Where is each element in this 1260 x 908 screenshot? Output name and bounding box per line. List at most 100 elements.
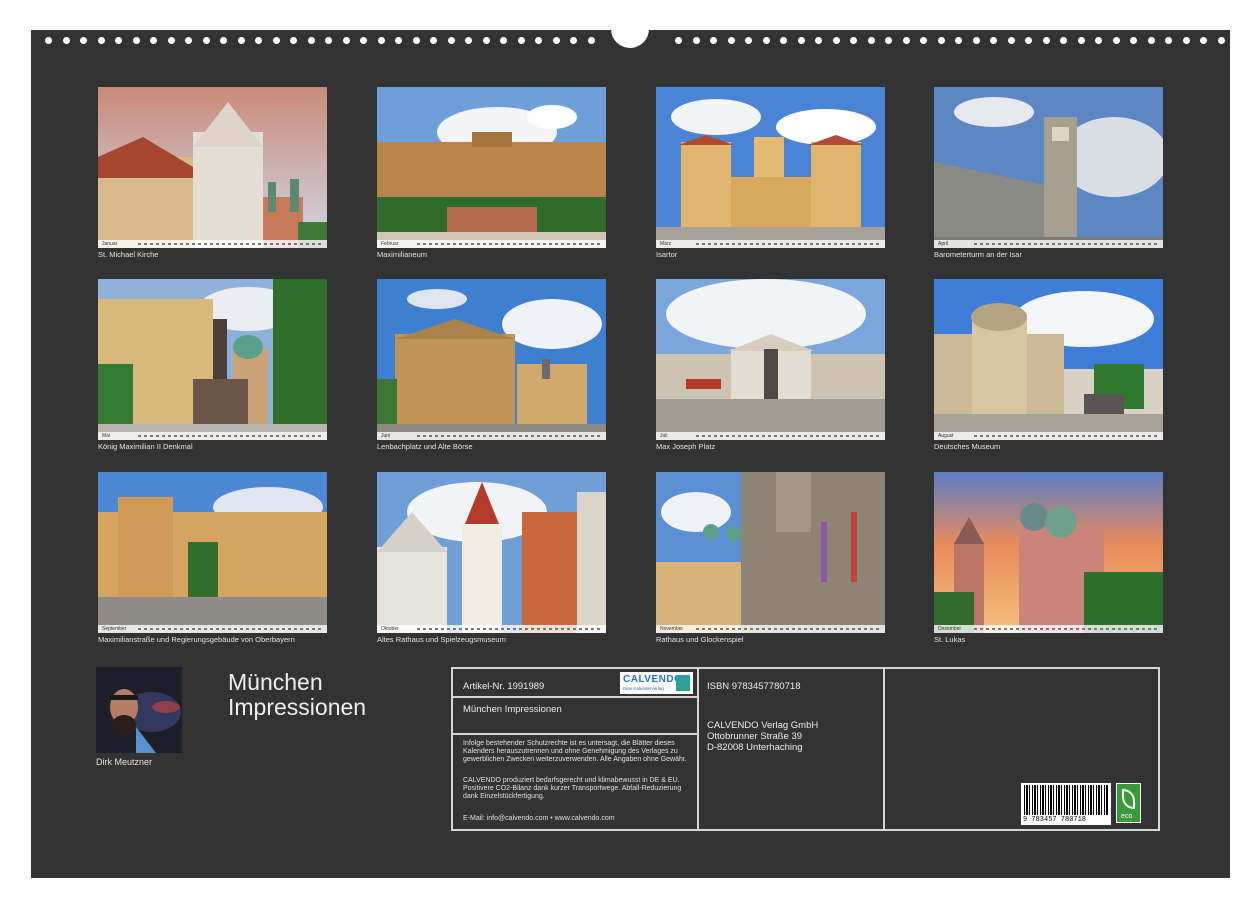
photo-tile: November (656, 472, 885, 633)
isartor-photo (656, 87, 885, 248)
tile-caption: Rathaus und Glockenspiel (656, 635, 744, 644)
binding-hole (1025, 37, 1032, 44)
binding-hole (115, 37, 122, 44)
binding-hole (1183, 37, 1190, 44)
tile-caption: Maximilianeum (377, 250, 427, 259)
photo-tile: Dezember (934, 472, 1163, 633)
eco-badge: eco (1116, 783, 1141, 823)
binding-hole (1043, 37, 1050, 44)
binding-hole (63, 37, 70, 44)
maximilianeum-photo (377, 87, 606, 248)
tile-caption: Barometerturm an der Isar (934, 250, 1022, 259)
deutsches-museum-photo (934, 279, 1163, 440)
binding-hole (570, 37, 577, 44)
photo-tile: März (656, 87, 885, 248)
photo-tile: April (934, 87, 1163, 248)
alte-boerse-photo (377, 279, 606, 440)
binding-hole (518, 37, 525, 44)
binding-hole (325, 37, 332, 44)
binding-hole (833, 37, 840, 44)
maximilian-denkmal-photo (98, 279, 327, 440)
binding-hole (1165, 37, 1172, 44)
binding-hole (483, 37, 490, 44)
barcode: 9 783457 780718 (1021, 783, 1111, 825)
binding-hole (745, 37, 752, 44)
binding-hole (1078, 37, 1085, 44)
photo-tile: Oktober (377, 472, 606, 633)
binding-hole (693, 37, 700, 44)
product-title: München Impressionen (463, 704, 562, 715)
tile-caption: Maximilianstraße und Regierungsgebäude v… (98, 635, 295, 644)
binding-hole (238, 37, 245, 44)
binding-hole (990, 37, 997, 44)
contact-line: E-Mail: info@calvendo.com • www.calvendo… (463, 815, 693, 823)
photo-tile: September (98, 472, 327, 633)
avatar (96, 667, 182, 753)
binding-hole (903, 37, 910, 44)
tile-caption: Deutsches Museum (934, 442, 1000, 451)
binding-hole (1148, 37, 1155, 44)
binding-hole (920, 37, 927, 44)
binding-hole (343, 37, 350, 44)
binding-hole (168, 37, 175, 44)
st-lukas-photo (934, 472, 1163, 633)
binding-hole (815, 37, 822, 44)
photo-tile: Februar (377, 87, 606, 248)
tile-caption: St. Michael Kirche (98, 250, 158, 259)
publisher-info-box: Artikel-Nr. 1991989 CALVENDO Dein Kalend… (451, 667, 1160, 831)
photo-tile: Juli (656, 279, 885, 440)
photo-tile: August (934, 279, 1163, 440)
binding-hole (780, 37, 787, 44)
tile-caption: König Maximilian II Denkmal (98, 442, 193, 451)
binding-hole (973, 37, 980, 44)
publisher-city: D-82008 Unterhaching (707, 742, 803, 753)
binding-hole (395, 37, 402, 44)
binding-hole (955, 37, 962, 44)
photo-tile: Mai (98, 279, 327, 440)
leaf-icon (1122, 789, 1135, 809)
binding-hole (430, 37, 437, 44)
climate-notice: CALVENDO produziert bedarfsgerecht und k… (463, 777, 693, 801)
publisher-name: CALVENDO Verlag GmbH (707, 720, 818, 731)
binding-hole (465, 37, 472, 44)
binding-hole (763, 37, 770, 44)
binding-hole (80, 37, 87, 44)
binding-hole (290, 37, 297, 44)
binding-hole (850, 37, 857, 44)
photo-tile: Juni (377, 279, 606, 440)
tile-caption: Lenbachplatz und Alte Börse (377, 442, 473, 451)
binding-hole (885, 37, 892, 44)
tile-caption: Isartor (656, 250, 677, 259)
tile-caption: Max Joseph Platz (656, 442, 715, 451)
binding-hole (448, 37, 455, 44)
binding-hole (360, 37, 367, 44)
binding-hole (553, 37, 560, 44)
binding-hole (1218, 37, 1225, 44)
author-portrait (96, 667, 182, 753)
max-joseph-platz-photo (656, 279, 885, 440)
binding-hole (675, 37, 682, 44)
binding-hole (150, 37, 157, 44)
binding-hole (378, 37, 385, 44)
legal-notice: Infolge bestehender Schutzrechte ist es … (463, 740, 693, 764)
binding-hole (938, 37, 945, 44)
binding-hole (255, 37, 262, 44)
binding-hole (500, 37, 507, 44)
barometerturm-photo (934, 87, 1163, 248)
binding-hole (1113, 37, 1120, 44)
binding-hole (535, 37, 542, 44)
binding-hole (45, 37, 52, 44)
binding-hole (1095, 37, 1102, 44)
binding-hole (1200, 37, 1207, 44)
neues-rathaus-photo (656, 472, 885, 633)
regierungsgebaeude-photo (98, 472, 327, 633)
photo-tile: Januar (98, 87, 327, 248)
binding-hole (868, 37, 875, 44)
binding-hole (413, 37, 420, 44)
tile-caption: St. Lukas (934, 635, 965, 644)
tile-caption: Altes Rathaus und Spielzeugsmuseum (377, 635, 506, 644)
binding-hole (1060, 37, 1067, 44)
publisher-street: Ottobrunner Straße 39 (707, 731, 802, 742)
binding-hole (203, 37, 210, 44)
altes-rathaus-photo (377, 472, 606, 633)
